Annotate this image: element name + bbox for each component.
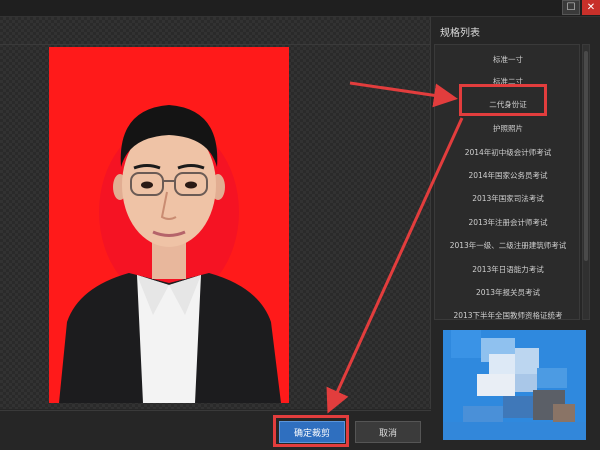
arrow-to-spec-icon — [349, 81, 458, 108]
arrow-to-confirm-icon — [326, 117, 464, 414]
annotation-arrows — [326, 81, 464, 414]
